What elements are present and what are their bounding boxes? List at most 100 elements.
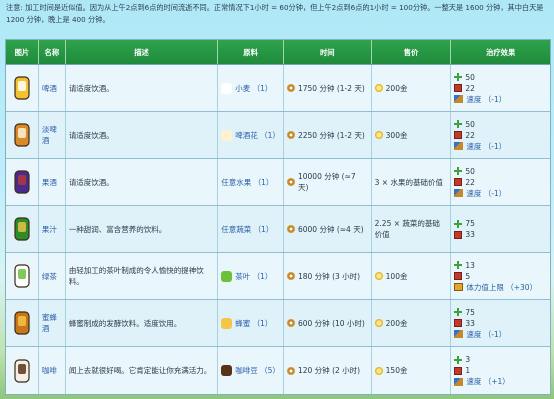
effect-item: 75 [454, 307, 475, 318]
effect-cell: 3 1 速度 （+1） [451, 347, 550, 394]
table-row: 淡啤酒 请适度饮酒。 啤酒花 （1） 2250 分钟 (1-2 天) 300金 … [6, 112, 550, 159]
health-icon [454, 230, 463, 239]
item-name-link[interactable]: 咖啡 [42, 365, 57, 376]
item-desc: 请适度饮酒。 [68, 130, 114, 140]
effect-value[interactable]: 速度 （-1） [466, 94, 506, 105]
health-icon [454, 84, 463, 92]
energy-icon [454, 73, 463, 81]
effect-cell: 50 22 速度 （-1） [451, 65, 550, 111]
clock-icon [286, 84, 295, 92]
ingredient-link[interactable]: 任意蔬菜 （1） [221, 224, 273, 235]
effect-item: 75 [454, 218, 475, 229]
header-ingredient: 原料 [218, 40, 284, 64]
effect-value[interactable]: 体力值上限 （+30） [466, 282, 537, 293]
effect-item: 1 [454, 365, 470, 376]
ingredient-link[interactable]: 茶叶 （1） [235, 271, 272, 282]
health-icon [454, 272, 463, 280]
energy-icon [454, 167, 463, 175]
header-price: 售价 [372, 40, 452, 64]
wheat-icon [221, 82, 233, 94]
gold-coin-icon [374, 84, 383, 92]
effect-value: 13 [465, 260, 475, 270]
energy-icon [454, 219, 463, 228]
ingredient-link[interactable]: 啤酒花 （1） [235, 130, 280, 141]
table-row: 咖啡 闻上去就很好喝。它肯定能让你充满活力。 咖啡豆 （5） 120 分钟 (2… [6, 347, 550, 394]
effect-value: 50 [465, 72, 475, 82]
effect-item: 33 [454, 229, 475, 240]
ingredient-link[interactable]: 小麦 （1） [235, 83, 272, 94]
ingredient-link[interactable]: 蜂蜜 （1） [235, 318, 272, 329]
effect-value[interactable]: 速度 （+1） [466, 376, 509, 387]
effect-value: 1 [465, 366, 471, 375]
speed-icon [454, 142, 464, 150]
effect-cell: 50 22 速度 （-1） [451, 159, 550, 205]
item-desc: 闻上去就很好喝。它肯定能让你充满活力。 [68, 366, 212, 375]
item-name-link[interactable]: 淡啤酒 [42, 124, 62, 146]
effect-value[interactable]: 速度 （-1） [466, 329, 506, 340]
speed-icon [454, 377, 464, 386]
time-value: 1750 分钟 (1-2 天) [297, 83, 365, 93]
coffee-bean-icon [221, 365, 233, 376]
ingredient-link[interactable]: 任意水果 （1） [221, 177, 273, 188]
effect-item: 33 [454, 318, 475, 329]
table-row: 蜜蜂酒 蜂蜜制成的发酵饮料。适度饮用。 蜂蜜 （1） 600 分钟 (10 小时… [6, 300, 550, 347]
artisan-goods-table: 图片 名称 描述 原料 时间 售价 治疗效果 啤酒 请适度饮酒。 小麦 （1） … [5, 39, 551, 395]
item-icon [14, 170, 30, 194]
effect-cell: 75 33 [451, 206, 550, 252]
effect-item: 5 [454, 271, 470, 282]
effect-item: 速度 （-1） [454, 188, 506, 199]
effect-item: 速度 （-1） [454, 329, 506, 340]
price-value: 150金 [385, 366, 408, 375]
item-name-link[interactable]: 啤酒 [42, 83, 57, 94]
effect-item: 22 [454, 130, 475, 141]
clock-icon [286, 178, 295, 186]
effect-value: 50 [465, 119, 475, 129]
effect-item: 速度 （-1） [454, 94, 506, 105]
note-text: 注意: 加工时间是近似值。因为从上午2点到6点的时间流逝不同。正常情况下1小时 … [6, 3, 544, 24]
item-name-link[interactable]: 蜜蜂酒 [42, 312, 62, 334]
item-name-link[interactable]: 绿茶 [42, 271, 57, 282]
clock-icon [286, 225, 295, 233]
time-value: 120 分钟 (2 小时) [297, 366, 361, 375]
gold-coin-icon [374, 366, 383, 375]
gold-coin-icon [374, 319, 383, 327]
item-name-link[interactable]: 果汁 [42, 224, 57, 235]
item-icon [14, 76, 30, 100]
health-icon [454, 366, 463, 375]
hops-icon [221, 129, 233, 141]
health-icon [454, 319, 463, 327]
effect-item: 速度 （+1） [454, 376, 510, 387]
item-image-cell [6, 347, 39, 394]
honey-icon [221, 317, 233, 329]
item-icon [14, 311, 30, 335]
clock-icon [286, 131, 295, 139]
price-value: 300金 [385, 130, 408, 140]
item-desc: 请适度饮酒。 [68, 177, 114, 187]
item-icon [14, 358, 30, 383]
clock-icon [286, 366, 295, 375]
energy-icon [454, 355, 463, 364]
item-desc: 一种甜润、富含营养的饮料。 [68, 224, 167, 234]
time-value: 600 分钟 (10 小时) [297, 318, 365, 328]
effect-value[interactable]: 速度 （-1） [466, 188, 506, 199]
effect-cell: 13 5 体力值上限 （+30） [451, 253, 550, 299]
time-value: 10000 分钟 (≈7 天) [297, 172, 356, 192]
item-desc: 由轻加工的茶叶制成的令人愉快的提神饮料。 [68, 266, 204, 286]
ingredient-link[interactable]: 咖啡豆 （5） [235, 365, 280, 376]
item-image-cell [6, 65, 39, 111]
speed-icon [454, 330, 464, 338]
effect-value: 3 [465, 355, 471, 364]
item-image-cell [6, 300, 39, 346]
health-icon [454, 131, 463, 139]
effect-cell: 75 33 速度 （-1） [451, 300, 550, 346]
item-name-link[interactable]: 果酒 [42, 177, 57, 188]
effect-value[interactable]: 速度 （-1） [466, 141, 506, 152]
price-value: 100金 [385, 271, 408, 281]
item-image-cell [6, 206, 39, 252]
effect-value: 5 [465, 271, 471, 281]
effect-value: 75 [465, 307, 475, 317]
energy-icon [454, 261, 463, 269]
speed-icon [454, 95, 464, 103]
effect-item: 50 [454, 72, 475, 83]
time-value: 180 分钟 (3 小时) [297, 271, 361, 281]
